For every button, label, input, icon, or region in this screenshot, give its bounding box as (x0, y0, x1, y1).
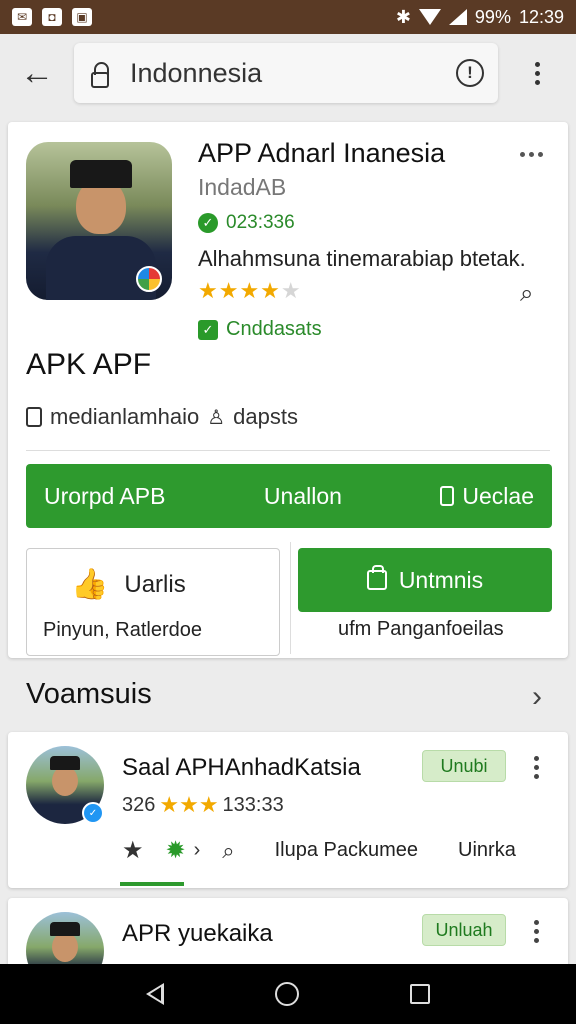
action-right-label: Ueclae (462, 482, 534, 509)
install-pill[interactable]: Unubi (422, 750, 506, 782)
kebab-menu-icon[interactable] (534, 756, 539, 779)
person-icon: ♙ (207, 406, 226, 429)
action-text-2[interactable]: Uinrka (458, 839, 516, 862)
action-text-1[interactable]: Ilupa Packumee (275, 839, 418, 862)
fill-button-sub: ufm Panganfoeilas (338, 618, 504, 640)
check-tag-label: Cnddasats (226, 318, 322, 340)
signal-icon (448, 9, 467, 25)
meta-row: medianlamhaio ♙ dapsts (26, 404, 298, 430)
back-button[interactable]: ← (0, 34, 74, 112)
message-icon: ▣ (72, 8, 92, 26)
status-left-icons: ✉ ◘ ▣ (12, 8, 92, 26)
action-center-button[interactable]: Unallon (264, 483, 342, 510)
bag-icon (366, 565, 387, 590)
meta-text: medianlamhaio (50, 404, 200, 429)
thumbs-up-icon: 👍 (71, 568, 109, 601)
list-item[interactable]: ✓ Saal APHAnhadKatsia Unubi 326 ★★★ 133:… (8, 732, 568, 888)
outline-button-label: Uarlis (124, 570, 186, 598)
chevron-right-icon[interactable]: › (532, 680, 542, 714)
vertical-divider (290, 542, 291, 654)
list-item-actions: ★ ✹ › ⌕ Ilupa Packumee Uinrka (122, 836, 552, 865)
outline-button[interactable]: 👍 Uarlis Pinyun, Ratlerdoe (26, 548, 280, 656)
app-description: Alhahmsuna tinemarabiap btetak. (198, 246, 526, 271)
app-icon[interactable] (26, 142, 172, 300)
overflow-menu-button[interactable] (498, 61, 576, 85)
rating-extra: 133:33 (222, 793, 284, 816)
meta-person: dapsts (233, 404, 298, 429)
app-title: APP Adnarl Inanesia (198, 138, 446, 168)
arrow-left-icon: ← (20, 53, 54, 92)
action-bar: Urorpd APB Unallon Ueclae (26, 464, 552, 528)
navigation-bar (0, 964, 576, 1024)
gear-icon[interactable]: ✹ (166, 836, 186, 865)
install-pill[interactable]: Unluah (422, 914, 506, 946)
action-right-button[interactable]: Ueclae (440, 483, 534, 510)
check-tag: ✓ Cnddasats (198, 318, 322, 341)
apk-label: APK APF (26, 348, 152, 381)
avatar (26, 912, 104, 968)
verified-check-icon: ✓ (198, 213, 218, 233)
document-icon (26, 407, 42, 427)
app-card: APP Adnarl Inanesia IndadAB ✓ 023:336 Al… (8, 122, 568, 658)
verified-row: ✓ 023:336 (198, 212, 295, 234)
lock-icon (88, 58, 112, 88)
verified-text: 023:336 (226, 212, 295, 233)
rating-stars: ★★★★★ (198, 278, 302, 303)
bluetooth-icon: ✱ (395, 6, 411, 27)
status-right: ✱ 99% 12:39 (396, 7, 564, 28)
clock: 12:39 (518, 6, 564, 27)
notification-icon: ✉ (12, 8, 32, 26)
search-box[interactable]: Indonnesia ! (74, 43, 498, 103)
divider (26, 450, 550, 451)
list-item-title: Saal APHAnhadKatsia (122, 754, 361, 781)
nav-recents-icon[interactable] (410, 984, 431, 1004)
kebab-menu-icon[interactable] (534, 920, 539, 943)
rating-number: 326 (122, 793, 156, 816)
badge-icon (136, 266, 162, 292)
star-icon[interactable]: ★ (122, 836, 144, 865)
list-item-rating: 326 ★★★ 133:33 (122, 792, 284, 818)
active-indicator (120, 882, 184, 886)
more-options-button[interactable] (520, 152, 543, 157)
chevron-right-small-icon[interactable]: › (194, 839, 201, 862)
phone-icon (440, 486, 455, 506)
info-icon[interactable]: ! (456, 59, 484, 87)
status-bar: ✉ ◘ ▣ ✱ 99% 12:39 (0, 0, 576, 34)
pin-icon[interactable]: ⌕ (222, 838, 234, 864)
app-subtitle: IndadAB (198, 174, 287, 200)
battery-percent: 99% (474, 6, 511, 27)
outline-button-sub: Pinyun, Ratlerdoe (43, 619, 202, 641)
checkbox-icon: ✓ (198, 319, 218, 340)
list-item-title: APR yuekaika (122, 920, 273, 947)
verified-badge-icon: ✓ (82, 802, 104, 824)
pin-icon[interactable]: ⌕ (520, 280, 533, 308)
search-text: Indonnesia (130, 57, 263, 88)
fill-button-label: Untmnis (398, 566, 484, 593)
nav-home-icon[interactable] (274, 982, 299, 1006)
app-bar: ← Indonnesia ! (0, 34, 576, 112)
fill-button[interactable]: Untmnis (298, 548, 552, 612)
star-icons: ★★★ (159, 792, 219, 817)
action-left-button[interactable]: Urorpd APB (44, 483, 165, 510)
photo-icon: ◘ (42, 8, 62, 26)
section-title: Voamsuis (26, 678, 152, 710)
list-item[interactable]: APR yuekaika Unluah (8, 898, 568, 968)
nav-back-icon[interactable] (145, 983, 164, 1005)
wifi-icon (418, 9, 441, 25)
